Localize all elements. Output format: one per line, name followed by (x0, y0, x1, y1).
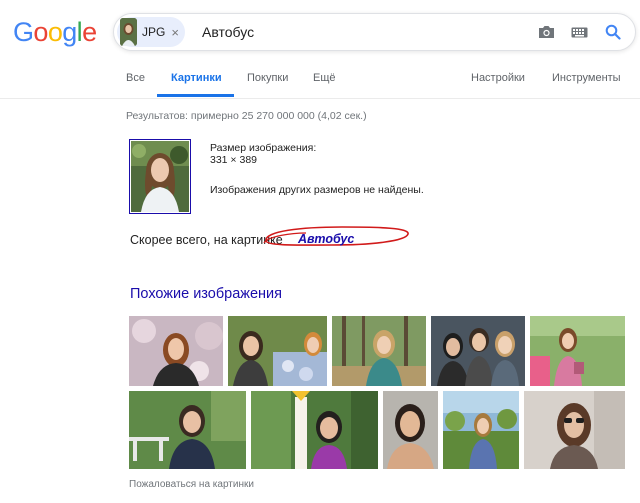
logo-letter: G (13, 17, 34, 47)
tab-tools[interactable]: Инструменты (552, 72, 621, 84)
tab-images[interactable]: Картинки (171, 72, 222, 84)
similar-image[interactable] (129, 391, 246, 469)
logo-letter: e (82, 17, 97, 47)
tabs-divider (0, 98, 640, 99)
best-guess-prefix: Скорее всего, на картинке (130, 233, 283, 247)
logo-letter: o (47, 17, 63, 47)
result-stats: Результатов: примерно 25 270 000 000 (4,… (126, 110, 367, 122)
logo-letter: g (62, 17, 77, 47)
chip-thumbnail (120, 18, 137, 46)
similar-images-heading[interactable]: Похожие изображения (130, 286, 282, 302)
best-guess-link[interactable]: Автобус (298, 232, 354, 246)
tab-settings[interactable]: Настройки (471, 72, 525, 84)
similar-image[interactable] (129, 316, 223, 386)
search-box[interactable]: JPG × Автобус (113, 13, 636, 51)
chip-close-icon[interactable]: × (171, 26, 179, 39)
query-image-thumbnail[interactable] (129, 139, 191, 214)
keyboard-icon[interactable] (564, 14, 594, 50)
camera-icon[interactable] (531, 14, 561, 50)
similar-image[interactable] (251, 391, 378, 469)
image-size-label: Размер изображения: (210, 142, 317, 154)
similar-image[interactable] (228, 316, 327, 386)
image-size-info: Размер изображения: 331 × 389 (210, 142, 316, 166)
tab-shopping[interactable]: Покупки (247, 72, 288, 84)
search-query-text[interactable]: Автобус (202, 24, 254, 40)
tab-all[interactable]: Все (126, 72, 145, 84)
image-query-chip[interactable]: JPG × (117, 17, 185, 47)
report-images-link[interactable]: Пожаловаться на картинки (129, 479, 254, 490)
similar-image[interactable] (332, 316, 426, 386)
search-icon[interactable] (598, 14, 628, 50)
chip-label: JPG (142, 25, 166, 39)
similar-image[interactable] (443, 391, 519, 469)
similar-image[interactable] (524, 391, 625, 469)
similar-image[interactable] (530, 316, 625, 386)
image-size-value: 331 × 389 (210, 154, 258, 166)
no-other-sizes-text: Изображения других размеров не найдены. (210, 184, 424, 196)
tab-more[interactable]: Ещё (313, 72, 336, 84)
similar-image[interactable] (431, 316, 525, 386)
logo-letter: o (33, 17, 48, 47)
google-logo[interactable]: Google (13, 17, 97, 48)
active-tab-indicator (157, 94, 234, 97)
similar-image[interactable] (383, 391, 438, 469)
